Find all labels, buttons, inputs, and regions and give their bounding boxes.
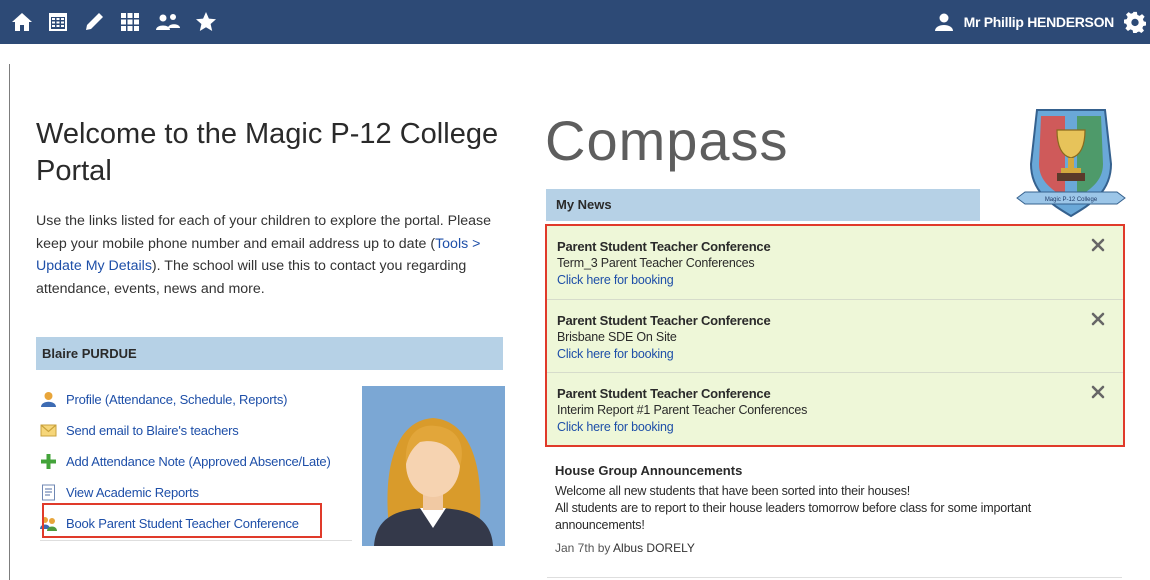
house-announcements-body: Welcome all new students that have been … <box>555 483 1075 534</box>
user-icon <box>934 12 954 32</box>
home-icon[interactable] <box>10 10 34 34</box>
people-icon[interactable] <box>154 10 182 34</box>
user-name: Mr Phillip HENDERSON <box>963 14 1115 30</box>
gear-icon[interactable] <box>1124 11 1146 33</box>
close-icon[interactable] <box>1091 312 1105 326</box>
email-icon <box>40 422 57 439</box>
student-avatar <box>362 386 505 546</box>
close-icon[interactable] <box>1091 385 1105 399</box>
profile-link-label: Profile (Attendance, Schedule, Reports) <box>66 392 288 407</box>
news-item: Parent Student Teacher Conference Interi… <box>547 372 1123 445</box>
college-crest-logo: Magic P-12 College <box>1015 104 1127 222</box>
booking-link[interactable]: Click here for booking <box>557 346 1123 363</box>
news-list-highlight: Parent Student Teacher Conference Term_3… <box>545 224 1125 447</box>
welcome-title: Welcome to the Magic P-12 College Portal <box>36 118 499 187</box>
list-divider <box>40 540 352 541</box>
news-subtitle: Term_3 Parent Teacher Conferences <box>557 256 755 270</box>
close-icon[interactable] <box>1091 238 1105 252</box>
academic-reports-label: View Academic Reports <box>66 485 199 500</box>
house-announcement-meta: Jan 7th by Albus DORELY <box>555 540 1115 557</box>
my-news-header: My News <box>546 189 980 221</box>
news-title: Parent Student Teacher Conference <box>557 313 771 328</box>
news-subtitle: Interim Report #1 Parent Teacher Confere… <box>557 403 808 417</box>
book-conference-highlight <box>42 503 322 538</box>
house-announcements: House Group Announcements Welcome all ne… <box>555 462 1115 557</box>
pencil-icon[interactable] <box>82 10 106 34</box>
profile-icon <box>40 391 57 408</box>
profile-link[interactable]: Profile (Attendance, Schedule, Reports) <box>40 384 360 415</box>
news-subtitle: Brisbane SDE On Site <box>557 330 677 344</box>
email-teachers-label: Send email to Blaire's teachers <box>66 423 239 438</box>
welcome-text-before: Use the links listed for each of your ch… <box>36 213 492 252</box>
house-divider <box>547 577 1122 578</box>
news-title: Parent Student Teacher Conference <box>557 239 771 254</box>
announcement-date: Jan 7th by <box>555 541 611 555</box>
booking-link[interactable]: Click here for booking <box>557 419 1123 436</box>
attendance-note-label: Add Attendance Note (Approved Absence/La… <box>66 454 331 469</box>
page-left-border <box>9 64 10 580</box>
announcement-author[interactable]: Albus DORELY <box>613 541 695 555</box>
top-nav-bar: Mr Phillip HENDERSON <box>0 0 1150 44</box>
crest-text: Magic P-12 College <box>1045 197 1098 203</box>
user-menu[interactable]: Mr Phillip HENDERSON <box>934 0 1114 44</box>
star-icon[interactable] <box>194 10 218 34</box>
house-line-1: Welcome all new students that have been … <box>555 484 911 498</box>
house-announcements-title: House Group Announcements <box>555 463 743 478</box>
news-item: Parent Student Teacher Conference Term_3… <box>547 226 1123 299</box>
house-line-2: All students are to report to their hous… <box>555 501 1031 532</box>
report-icon <box>40 484 57 501</box>
compass-logo-title: Compass <box>545 109 789 172</box>
grid-icon[interactable] <box>118 10 142 34</box>
news-item: Parent Student Teacher Conference Brisba… <box>547 299 1123 372</box>
welcome-text: Use the links listed for each of your ch… <box>36 210 506 300</box>
plus-icon <box>40 453 57 470</box>
news-title: Parent Student Teacher Conference <box>557 386 771 401</box>
student-name-header: Blaire PURDUE <box>36 337 503 370</box>
email-teachers-link[interactable]: Send email to Blaire's teachers <box>40 415 360 446</box>
attendance-note-link[interactable]: Add Attendance Note (Approved Absence/La… <box>40 446 360 477</box>
booking-link[interactable]: Click here for booking <box>557 272 1123 289</box>
calendar-icon[interactable] <box>46 10 70 34</box>
